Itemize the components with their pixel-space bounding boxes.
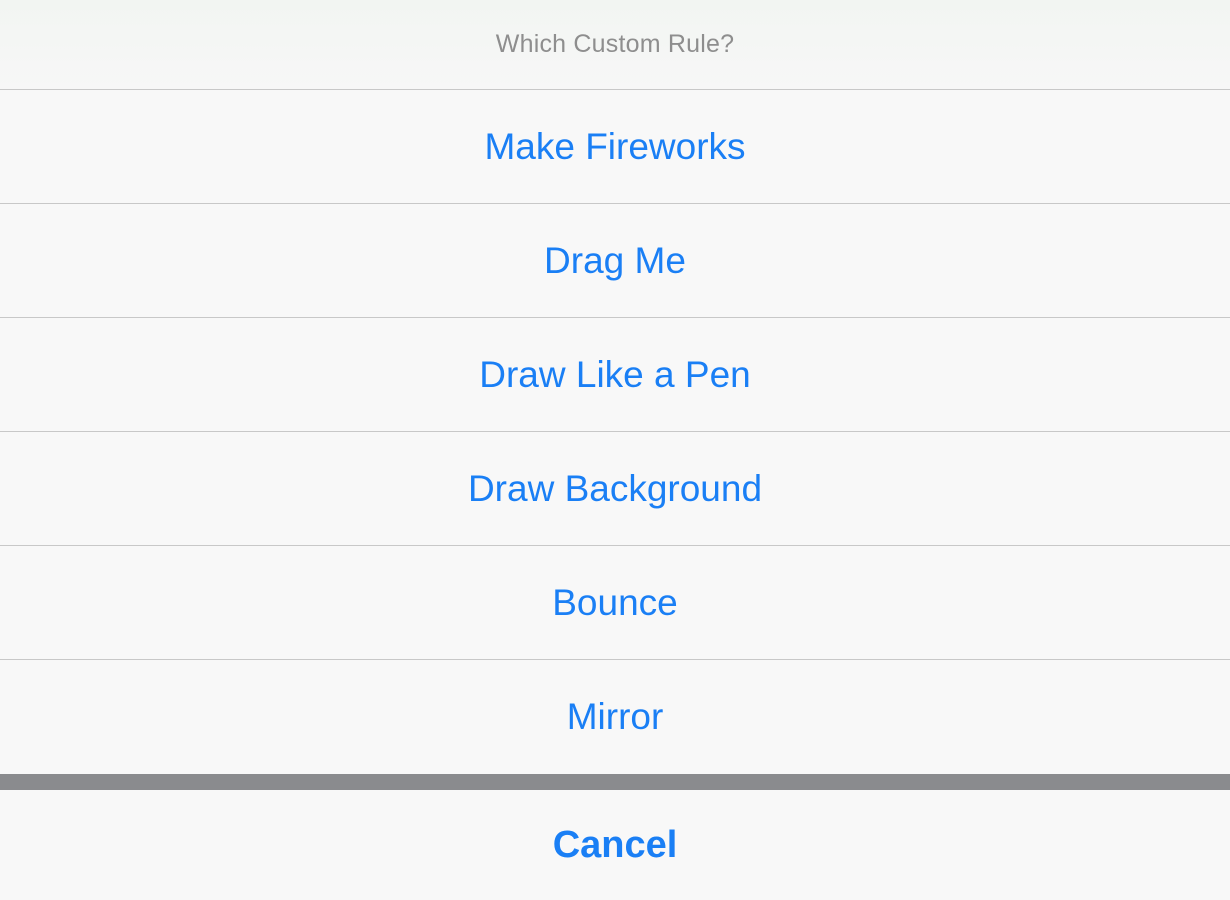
option-label: Make Fireworks <box>484 125 746 167</box>
cancel-label: Cancel <box>552 823 678 866</box>
action-sheet: Which Custom Rule? Make Fireworks Drag M… <box>0 0 1230 900</box>
option-drag-me[interactable]: Drag Me <box>0 204 1230 318</box>
option-label: Mirror <box>566 696 664 737</box>
action-sheet-title: Which Custom Rule? <box>495 30 735 58</box>
option-bounce[interactable]: Bounce <box>0 546 1230 660</box>
option-mirror[interactable]: Mirror <box>0 660 1230 774</box>
cancel-separator <box>0 774 1230 790</box>
option-label: Draw Background <box>467 467 763 509</box>
option-draw-background[interactable]: Draw Background <box>0 432 1230 546</box>
option-draw-like-a-pen[interactable]: Draw Like a Pen <box>0 318 1230 432</box>
option-make-fireworks[interactable]: Make Fireworks <box>0 90 1230 204</box>
option-label: Bounce <box>552 581 678 623</box>
action-sheet-header: Which Custom Rule? <box>0 0 1230 90</box>
options-list: Make Fireworks Drag Me Draw Like a Pen D… <box>0 90 1230 774</box>
option-label: Draw Like a Pen <box>479 353 751 395</box>
option-label: Drag Me <box>544 239 686 281</box>
cancel-button[interactable]: Cancel <box>0 790 1230 900</box>
